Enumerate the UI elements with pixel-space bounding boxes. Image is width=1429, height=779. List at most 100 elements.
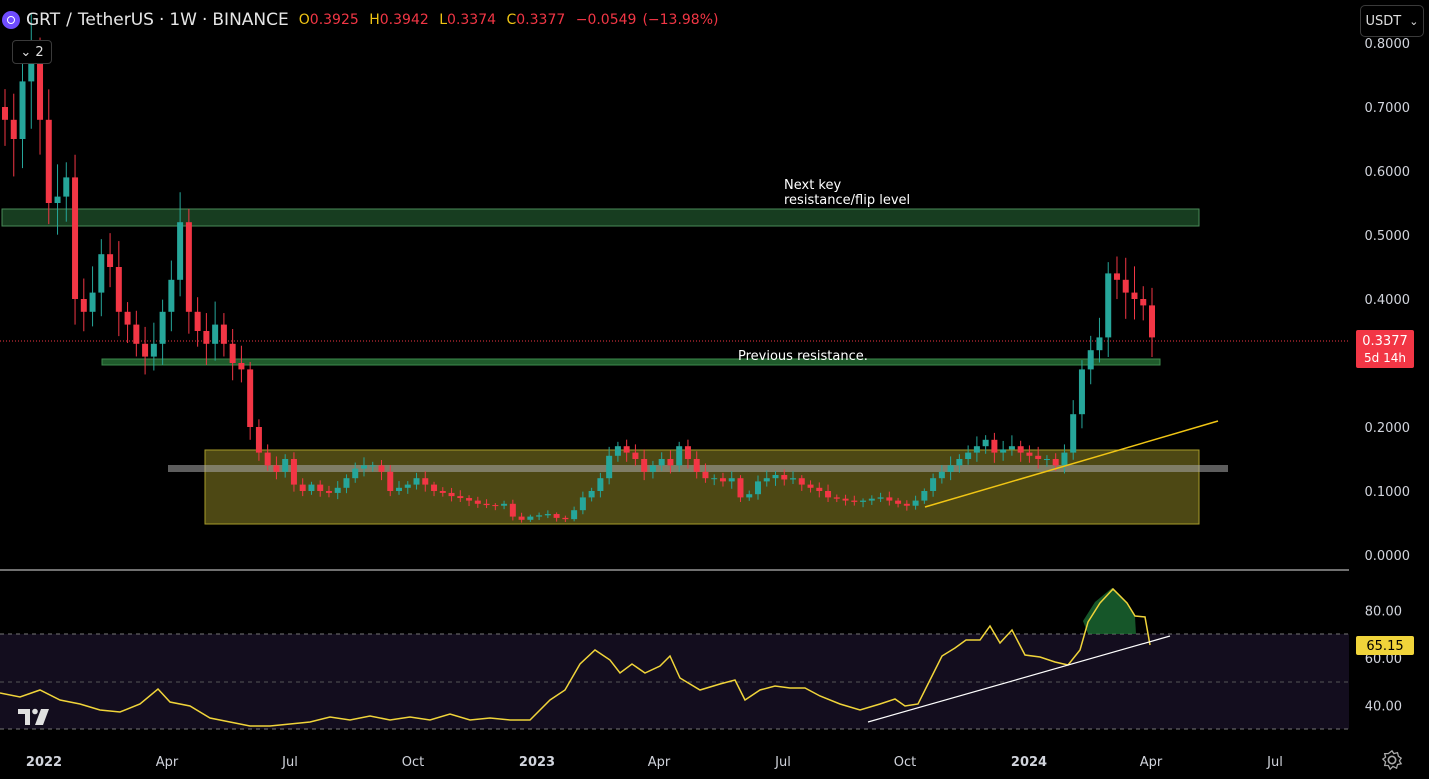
time-axis-label: Jul: [281, 755, 298, 770]
candle-body: [886, 497, 893, 501]
candle-body: [360, 465, 367, 469]
symbol-header[interactable]: GRT / TetherUS · 1W · BINANCE O0.3925 H0…: [0, 0, 724, 40]
candle-body: [606, 455, 613, 479]
candle-body: [965, 452, 972, 459]
candle-body: [790, 478, 797, 480]
candle-body: [956, 459, 963, 466]
candle-body: [1140, 299, 1147, 306]
interval-label[interactable]: 1W: [169, 10, 197, 30]
rsi-axis-label: 40.00: [1365, 699, 1402, 714]
rsi-current-label: 65.15: [1366, 639, 1403, 654]
time-axis-label: Jul: [774, 755, 791, 770]
candle-body: [1122, 279, 1129, 293]
candle-body: [177, 222, 184, 280]
candle-body: [562, 517, 569, 520]
candle-body: [684, 446, 691, 459]
candle-body: [492, 505, 499, 507]
candle-body: [509, 503, 516, 517]
candle-body: [317, 484, 324, 491]
candle-body: [1131, 292, 1138, 299]
price-axis-label: 0.8000: [1365, 37, 1411, 52]
candle-body: [466, 498, 473, 501]
candle-body: [912, 500, 919, 506]
candle-body: [89, 292, 96, 312]
indicators-collapse-button[interactable]: ⌄ 2: [12, 40, 52, 64]
low-label: L: [439, 12, 448, 28]
candle-body: [168, 279, 175, 312]
candle-body: [352, 468, 359, 479]
candle-body: [728, 478, 735, 482]
chart-area[interactable]: Next key resistance/flip level Previous …: [0, 0, 1429, 775]
time-axis-label: Apr: [156, 755, 179, 770]
candle-body: [264, 452, 271, 466]
annotation-flip-level[interactable]: resistance/flip level: [784, 193, 910, 208]
candle-body: [938, 471, 945, 479]
candle-body: [947, 465, 954, 472]
candle-body: [536, 515, 543, 517]
time-axis-label: Apr: [648, 755, 671, 770]
gear-icon[interactable]: [1381, 749, 1403, 771]
price-axis-label: 0.1000: [1365, 485, 1411, 500]
candle-body: [220, 324, 227, 344]
candle-body: [396, 487, 403, 491]
candle-body: [860, 500, 867, 502]
candle-body: [807, 484, 814, 488]
candle-body: [133, 324, 140, 344]
chevron-down-icon: ⌄: [1409, 14, 1419, 28]
candle-body: [1113, 273, 1120, 280]
candle-body: [772, 475, 779, 479]
open-value: 0.3925: [309, 12, 359, 28]
candle-body: [641, 459, 648, 472]
dot-separator: ·: [201, 10, 208, 30]
candle-body: [597, 478, 604, 491]
candle-body: [308, 484, 315, 491]
candle-body: [28, 62, 35, 82]
candle-body: [325, 491, 332, 493]
candle-body: [1043, 459, 1050, 460]
candle-body: [763, 478, 770, 482]
candle-body: [527, 516, 534, 520]
annotation-previous-resistance[interactable]: Previous resistance.: [738, 349, 868, 364]
currency-selector[interactable]: USDT ⌄: [1360, 5, 1424, 37]
candle-body: [98, 254, 105, 293]
current-price-label: 0.3377: [1362, 334, 1408, 349]
annotation-next-key[interactable]: Next key: [784, 178, 841, 193]
candle-body: [842, 498, 849, 501]
close-label: C: [506, 12, 517, 28]
candle-body: [290, 459, 297, 485]
candle-body: [921, 491, 928, 501]
candle-body: [150, 343, 157, 357]
candle-body: [142, 343, 149, 357]
tradingview-logo-icon[interactable]: [16, 705, 56, 729]
candle-body: [588, 491, 595, 498]
candle-body: [518, 516, 525, 520]
open-label: O: [298, 12, 310, 28]
candle-body: [378, 465, 385, 472]
low-value: 0.3374: [447, 12, 497, 28]
candle-body: [973, 446, 980, 453]
symbol-separator: /: [66, 10, 72, 30]
candle-body: [798, 478, 805, 485]
candle-body: [1087, 350, 1094, 370]
accumulation-zone: [204, 449, 1200, 525]
time-axis[interactable]: 2022 Apr Jul Oct 2023 Apr Jul Oct 2024 Apr Jul: [26, 755, 1283, 770]
candle-body: [1000, 449, 1007, 453]
candle-body: [343, 478, 350, 488]
candle-body: [501, 503, 508, 506]
candle-body: [334, 487, 341, 493]
time-axis-label: Apr: [1140, 755, 1163, 770]
time-axis-label: Oct: [402, 755, 424, 770]
candle-body: [746, 494, 753, 498]
candle-body: [10, 119, 17, 139]
exchange-label: BINANCE: [212, 10, 289, 30]
candle-body: [159, 311, 166, 344]
candle-body: [448, 492, 455, 497]
price-chart[interactable]: Next key resistance/flip level Previous …: [0, 0, 1429, 775]
price-axis[interactable]: 0.8000 0.7000 0.6000 0.5000 0.4000 0.2000 0.10…: [1365, 37, 1411, 564]
candle-body: [369, 465, 376, 467]
rsi-axis[interactable]: 80.0060.0040.00: [1365, 604, 1402, 714]
candle-body: [194, 311, 201, 331]
candle-body: [903, 503, 910, 506]
candle-body: [457, 496, 464, 499]
candle-body: [623, 446, 630, 453]
